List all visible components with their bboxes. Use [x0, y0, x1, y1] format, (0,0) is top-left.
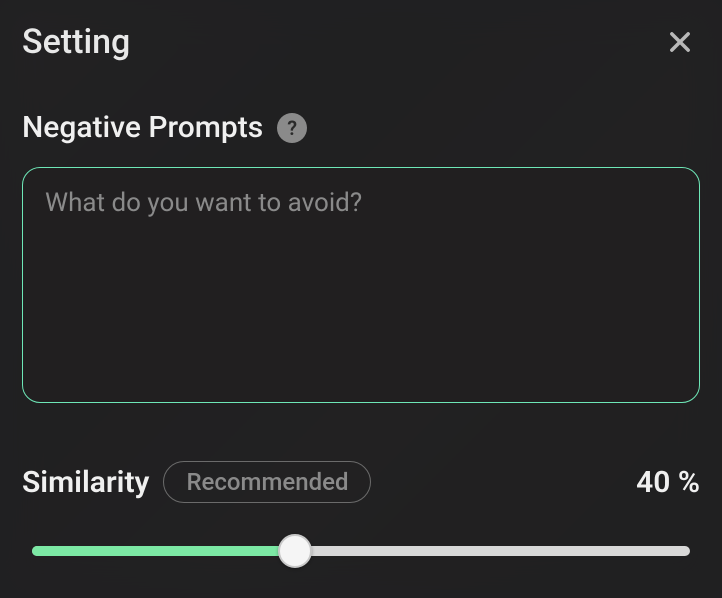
close-icon	[666, 28, 694, 56]
recommended-badge: Recommended	[163, 461, 371, 503]
negative-prompts-input[interactable]	[22, 167, 700, 403]
slider-thumb[interactable]	[278, 534, 312, 568]
similarity-label-group: Similarity Recommended	[22, 461, 371, 503]
negative-prompts-header: Negative Prompts ?	[22, 110, 700, 145]
similarity-label: Similarity	[22, 465, 149, 500]
similarity-slider[interactable]	[22, 533, 700, 569]
negative-prompts-label: Negative Prompts	[22, 110, 263, 145]
similarity-header: Similarity Recommended 40 %	[22, 461, 700, 503]
settings-panel: Setting Negative Prompts ? Similarity Re…	[0, 0, 722, 598]
help-icon[interactable]: ?	[277, 113, 307, 143]
slider-fill	[32, 546, 295, 556]
close-button[interactable]	[660, 22, 700, 62]
panel-title: Setting	[22, 22, 130, 62]
slider-track	[32, 546, 690, 556]
panel-header: Setting	[22, 22, 700, 62]
similarity-value: 40 %	[636, 465, 700, 500]
